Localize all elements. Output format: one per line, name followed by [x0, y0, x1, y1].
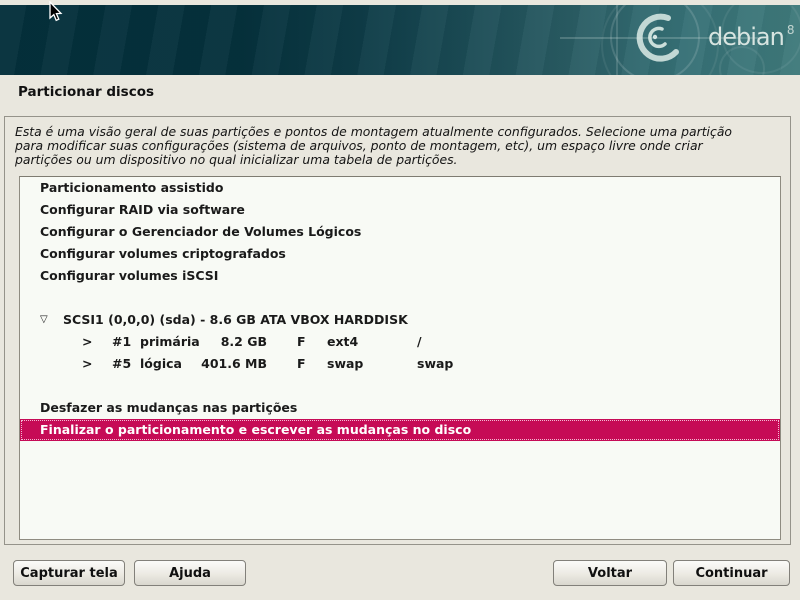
partition-size: 401.6 MB [160, 353, 267, 375]
partition-size: 8.2 GB [160, 331, 267, 353]
brand-version: 8 [787, 23, 795, 37]
list-item-finish-partitioning[interactable]: Finalizar o particionamento e escrever a… [20, 419, 780, 441]
partition-arrow-icon: > [82, 353, 92, 375]
list-item-guided-partitioning[interactable]: Particionamento assistido [20, 177, 780, 199]
list-item-configure-iscsi[interactable]: Configurar volumes iSCSI [20, 265, 780, 287]
list-item-label: Configurar o Gerenciador de Volumes Lógi… [20, 224, 361, 239]
screenshot-button[interactable]: Capturar tela [13, 560, 125, 586]
partition-arrow-icon: > [82, 331, 92, 353]
partition-number: #1 [112, 331, 131, 353]
list-item-label: Desfazer as mudanças nas partições [20, 400, 297, 415]
list-item-label: Configurar volumes criptografados [20, 246, 286, 261]
partition-list[interactable]: Particionamento assistido Configurar RAI… [19, 176, 781, 540]
partition-mount-point: / [417, 331, 422, 353]
spacer-row [20, 287, 780, 309]
continue-button[interactable]: Continuar [673, 560, 790, 586]
instruction-line: partições ou um dispositivo no qual inic… [15, 153, 780, 167]
partition-format-flag: F [297, 331, 306, 353]
brand-text: debian [708, 23, 784, 51]
partition-filesystem: swap [327, 353, 363, 375]
disk-label: SCSI1 (0,0,0) (sda) - 8.6 GB ATA VBOX HA… [63, 309, 408, 331]
spacer-row [20, 375, 780, 397]
partition-row-1[interactable]: > #1 primária 8.2 GB F ext4 / [20, 331, 780, 353]
mouse-cursor-icon [48, 1, 64, 23]
page-title: Particionar discos [18, 84, 154, 100]
expander-down-icon[interactable]: ▽ [40, 309, 58, 331]
list-item-label: Particionamento assistido [20, 180, 223, 195]
partition-overview-frame: Esta é uma visão geral de suas partições… [4, 116, 791, 545]
list-item-label: Configurar RAID via software [20, 202, 245, 217]
debian-wordmark: debian8 [708, 23, 791, 51]
list-item-configure-lvm[interactable]: Configurar o Gerenciador de Volumes Lógi… [20, 221, 780, 243]
back-button[interactable]: Voltar [553, 560, 667, 586]
instruction-line: para modificar suas configurações (siste… [15, 139, 780, 153]
list-item-configure-crypto[interactable]: Configurar volumes criptografados [20, 243, 780, 265]
partition-row-5[interactable]: > #5 lógica 401.6 MB F swap swap [20, 353, 780, 375]
partition-mount-point: swap [417, 353, 453, 375]
list-item-label: Finalizar o particionamento e escrever a… [20, 422, 471, 437]
debian-swirl-logo [0, 5, 800, 75]
list-item-undo-changes[interactable]: Desfazer as mudanças nas partições [20, 397, 780, 419]
instruction-line: Esta é uma visão geral de suas partições… [15, 125, 780, 139]
debian-banner: debian8 [0, 5, 800, 75]
list-item-configure-raid[interactable]: Configurar RAID via software [20, 199, 780, 221]
help-button[interactable]: Ajuda [134, 560, 246, 586]
list-item-label: Configurar volumes iSCSI [20, 268, 218, 283]
partition-format-flag: F [297, 353, 306, 375]
partition-number: #5 [112, 353, 131, 375]
instruction-text: Esta é uma visão geral de suas partições… [15, 125, 780, 166]
partition-filesystem: ext4 [327, 331, 358, 353]
installer-window: debian8 Particionar discos Esta é uma vi… [0, 0, 800, 600]
disk-row-sda[interactable]: ▽ SCSI1 (0,0,0) (sda) - 8.6 GB ATA VBOX … [20, 309, 780, 331]
